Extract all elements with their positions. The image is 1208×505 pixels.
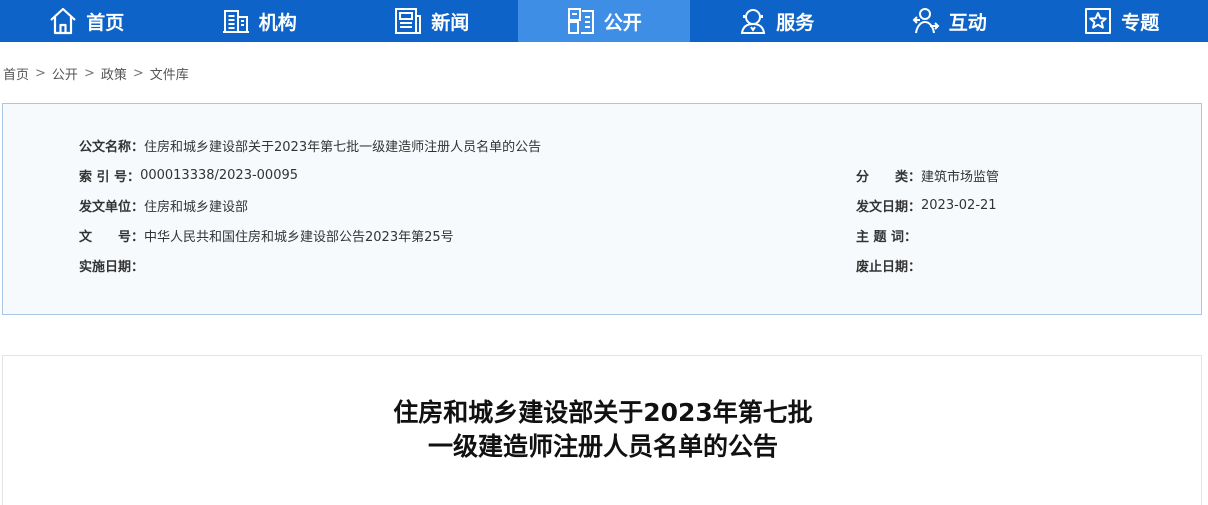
- interaction-icon: [911, 6, 941, 36]
- meta-subject-key: 主 题 词：: [856, 229, 918, 245]
- meta-docno-value: 中华人民共和国住房和城乡建设部公告2023年第25号: [144, 229, 454, 245]
- breadcrumb-public[interactable]: 公开: [52, 64, 78, 83]
- nav-item-public[interactable]: 公开: [517, 0, 690, 42]
- nav-item-home[interactable]: 首页: [0, 0, 173, 42]
- meta-title-key: 公文名称：: [79, 139, 145, 155]
- meta-date: 发文日期： 2023-02-21: [856, 196, 997, 215]
- breadcrumb-separator: >: [132, 66, 144, 81]
- meta-date-key: 发文日期：: [856, 199, 922, 215]
- document-icon: [566, 6, 596, 36]
- nav-item-label: 公开: [603, 11, 642, 34]
- nav-item-label: 专题: [1121, 11, 1160, 34]
- document-metadata-panel: 公文名称： 住房和城乡建设部关于2023年第七批一级建造师注册人员名单的公告 索…: [2, 103, 1202, 315]
- home-icon: [48, 6, 78, 36]
- news-icon: [393, 6, 423, 36]
- nav-item-interaction[interactable]: 互动: [863, 0, 1036, 42]
- meta-index: 索 引 号： 000013338/2023-00095: [79, 166, 299, 185]
- top-nav: 首页 机构 新闻 公开 服务 互动 专题: [0, 0, 1208, 42]
- meta-title: 公文名称： 住房和城乡建设部关于2023年第七批一级建造师注册人员名单的公告: [79, 136, 542, 155]
- meta-date-value: 2023-02-21: [921, 197, 997, 213]
- meta-docno-key: 文 号：: [79, 229, 145, 245]
- nav-item-service[interactable]: 服务: [690, 0, 863, 42]
- meta-issuer-value: 住房和城乡建设部: [144, 199, 249, 215]
- nav-item-label: 首页: [86, 11, 125, 34]
- nav-item-label: 机构: [258, 11, 297, 34]
- building-icon: [221, 6, 251, 36]
- nav-item-news[interactable]: 新闻: [345, 0, 518, 42]
- meta-issuer: 发文单位： 住房和城乡建设部: [79, 196, 249, 215]
- article-title-line-1: 住房和城乡建设部关于2023年第七批: [393, 398, 813, 427]
- meta-title-value: 住房和城乡建设部关于2023年第七批一级建造师注册人员名单的公告: [144, 139, 542, 155]
- star-icon: [1083, 6, 1113, 36]
- nav-item-topics[interactable]: 专题: [1035, 0, 1208, 42]
- breadcrumb-policy[interactable]: 政策: [101, 64, 127, 83]
- nav-item-institutions[interactable]: 机构: [173, 0, 346, 42]
- breadcrumb-separator: >: [83, 66, 95, 81]
- breadcrumb: 首页 > 公开 > 政策 > 文件库: [3, 64, 189, 83]
- article-container: 住房和城乡建设部关于2023年第七批 一级建造师注册人员名单的公告: [2, 355, 1202, 505]
- breadcrumb-home[interactable]: 首页: [3, 64, 29, 83]
- meta-issuer-key: 发文单位：: [79, 199, 145, 215]
- meta-index-value: 000013338/2023-00095: [140, 167, 299, 183]
- nav-item-label: 服务: [776, 11, 815, 34]
- nav-item-label: 新闻: [431, 11, 470, 34]
- article-title: 住房和城乡建设部关于2023年第七批 一级建造师注册人员名单的公告: [3, 396, 1203, 464]
- meta-effective-key: 实施日期：: [79, 259, 145, 275]
- meta-category: 分 类： 建筑市场监管: [856, 166, 1000, 185]
- nav-item-label: 互动: [948, 11, 987, 34]
- meta-expire-date: 废止日期：: [856, 256, 922, 275]
- service-icon: [738, 6, 768, 36]
- meta-expire-key: 废止日期：: [856, 259, 922, 275]
- meta-category-key: 分 类：: [856, 169, 922, 185]
- meta-index-key: 索 引 号：: [79, 169, 141, 185]
- meta-subject: 主 题 词：: [856, 226, 918, 245]
- breadcrumb-separator: >: [35, 66, 46, 81]
- meta-effective-date: 实施日期：: [79, 256, 145, 275]
- breadcrumb-file-library[interactable]: 文件库: [150, 64, 189, 83]
- meta-docno: 文 号： 中华人民共和国住房和城乡建设部公告2023年第25号: [79, 226, 454, 245]
- article-title-line-2: 一级建造师注册人员名单的公告: [427, 432, 778, 461]
- meta-category-value: 建筑市场监管: [921, 169, 1000, 185]
